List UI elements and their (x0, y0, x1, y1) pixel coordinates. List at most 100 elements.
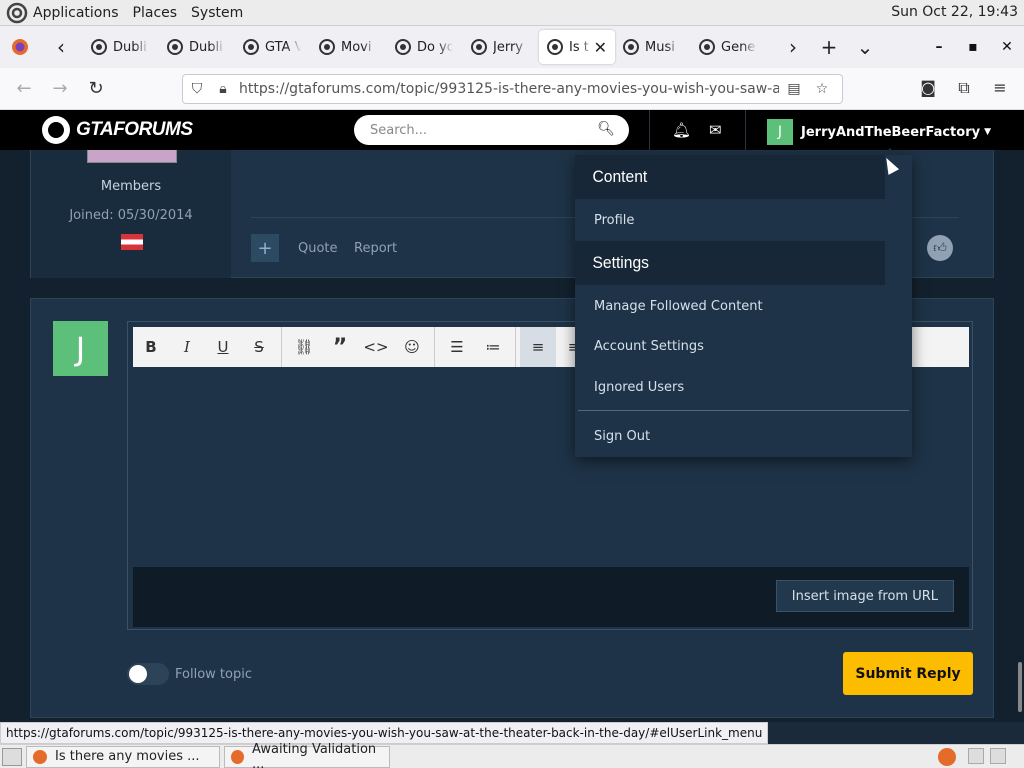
browser-tab[interactable]: Dubli (159, 30, 235, 64)
menu-item-sign-out[interactable]: Sign Out (594, 429, 650, 444)
taskbar-window-title: Awaiting Validation ... (252, 741, 377, 768)
gtaforums-favicon-icon (471, 39, 487, 55)
clock[interactable]: Sun Oct 22, 19:43 (891, 4, 1018, 20)
emoji-icon[interactable]: ☺ (394, 327, 430, 367)
notifications-bell-icon[interactable]: 🔔︎ (672, 121, 691, 139)
url-bar[interactable]: ⛉ 🔒︎ https://gtaforums.com/topic/993125-… (182, 74, 843, 104)
browser-tab-active[interactable]: Is t ✕ (539, 30, 615, 64)
browser-tab[interactable]: Jerry (463, 30, 539, 64)
link-icon[interactable]: ⛓︎ (286, 327, 322, 367)
strikethrough-icon[interactable]: S (241, 327, 277, 367)
bookmark-star-icon[interactable]: ☆ (808, 81, 836, 97)
minimize-icon[interactable]: – (922, 39, 956, 55)
tab-scroll-right-icon[interactable]: › (775, 35, 811, 59)
header-divider (649, 110, 650, 150)
gtaforums-favicon-icon (623, 39, 639, 55)
menu-item-profile[interactable]: Profile (594, 213, 634, 228)
tab-strip: Dubli Dubli GTA V Movi Do yo Jerry Is t ✕… (83, 30, 767, 64)
browser-tab[interactable]: Do yo (387, 30, 463, 64)
new-tab-plus-icon[interactable]: + (811, 35, 847, 59)
submit-reply-button[interactable]: Submit Reply (843, 652, 973, 695)
quote-link[interactable]: Quote (298, 241, 338, 256)
report-link[interactable]: Report (354, 241, 397, 256)
firefox-icon[interactable] (11, 38, 29, 56)
search-icon[interactable]: 🔍︎ (597, 121, 615, 137)
like-thumb-icon[interactable]: 👍︎ (927, 235, 953, 261)
system-top-panel: Applications Places System Sun Oct 22, 1… (0, 0, 1024, 26)
maximize-icon[interactable]: ▪ (956, 39, 990, 55)
close-window-icon[interactable]: ✕ (990, 39, 1024, 55)
user-menu-link[interactable]: J JerryAndTheBeerFactory ▼ (767, 119, 991, 145)
menu-item-ignored-users[interactable]: Ignored Users (594, 380, 684, 395)
workspace-2-icon[interactable] (990, 748, 1006, 764)
pocket-icon[interactable]: ◙ (910, 78, 946, 98)
tab-title: Movi (341, 39, 372, 55)
numbered-list-icon[interactable]: ≔ (475, 327, 511, 367)
site-search-box: 🔍︎ (354, 115, 629, 145)
system-taskbar: Is there any movies ... Awaiting Validat… (0, 742, 1024, 768)
gtaforums-favicon-icon (699, 39, 715, 55)
multiquote-plus-button[interactable]: + (251, 234, 279, 262)
browser-tab[interactable]: Gene (691, 30, 767, 64)
lock-icon[interactable]: 🔒︎ (211, 81, 235, 97)
tab-title: Dubli (189, 39, 223, 55)
tab-title: Gene (721, 39, 756, 55)
tab-title: Is t (569, 39, 589, 55)
show-desktop-icon[interactable] (2, 747, 22, 766)
bullet-list-icon[interactable]: ☰ (439, 327, 475, 367)
browser-tab[interactable]: GTA V (235, 30, 311, 64)
menu-divider (578, 410, 909, 411)
reply-avatar: J (53, 321, 108, 376)
applications-menu[interactable]: Applications (33, 5, 119, 21)
align-left-icon[interactable]: ≡ (520, 327, 556, 367)
browser-tab[interactable]: Dubli (83, 30, 159, 64)
site-header: GTAFORUMS 🔍︎ 🔔︎ ✉ J JerryAndTheBeerFacto… (0, 110, 1024, 150)
menu-item-account-settings[interactable]: Account Settings (594, 339, 704, 354)
site-logo[interactable]: GTAFORUMS (42, 116, 193, 144)
italic-icon[interactable]: I (169, 327, 205, 367)
author-avatar-image[interactable] (87, 150, 177, 163)
browser-tab[interactable]: Movi (311, 30, 387, 64)
toolbar-divider (515, 327, 516, 367)
underline-icon[interactable]: U (205, 327, 241, 367)
back-arrow-icon[interactable]: ← (6, 78, 42, 99)
tab-title: Do yo (417, 39, 453, 55)
places-menu[interactable]: Places (133, 5, 178, 21)
toolbar-divider (434, 327, 435, 367)
close-tab-icon[interactable]: ✕ (594, 38, 607, 57)
reload-icon[interactable]: ↻ (78, 78, 114, 99)
taskbar-window-item[interactable]: Is there any movies ... (26, 745, 220, 768)
gtaforums-favicon-icon (319, 39, 335, 55)
firefox-tray-icon[interactable] (938, 748, 956, 766)
url-text[interactable]: https://gtaforums.com/topic/993125-is-th… (239, 81, 779, 97)
page-scrollbar[interactable] (1018, 662, 1022, 712)
messages-envelope-icon[interactable]: ✉ (709, 121, 722, 139)
joined-date: Joined: 05/30/2014 (69, 208, 193, 223)
hamburger-menu-icon[interactable]: ≡ (982, 78, 1018, 98)
site-logo-text: GTAFORUMS (76, 119, 193, 140)
list-all-tabs-chevron-icon[interactable]: ⌄ (847, 35, 883, 59)
follow-topic-toggle[interactable] (127, 663, 169, 685)
reader-view-icon[interactable]: ▤ (780, 81, 808, 97)
quote-icon[interactable]: ” (322, 327, 358, 367)
system-menu[interactable]: System (191, 5, 243, 21)
forward-arrow-icon[interactable]: → (42, 78, 78, 99)
bold-icon[interactable]: B (133, 327, 169, 367)
workspace-1-icon[interactable] (968, 748, 984, 764)
browser-tab[interactable]: Musi (615, 30, 691, 64)
tracking-shield-icon[interactable]: ⛉ (185, 81, 209, 97)
extensions-icon[interactable]: ⧉ (946, 78, 982, 98)
browser-nav-bar: ← → ↻ ⛉ 🔒︎ https://gtaforums.com/topic/9… (0, 68, 1024, 110)
tab-title: Musi (645, 39, 675, 55)
insert-image-url-button[interactable]: Insert image from URL (775, 580, 954, 612)
url-bar-actions: ▤ ☆ (780, 81, 836, 97)
gtaforums-favicon-icon (243, 39, 259, 55)
site-search-input[interactable] (370, 122, 590, 138)
tab-scroll-left-icon[interactable]: ‹ (49, 33, 73, 61)
austria-flag-icon (121, 234, 143, 250)
gnome-logo-icon[interactable] (6, 2, 28, 24)
menu-item-manage-followed[interactable]: Manage Followed Content (594, 299, 763, 314)
code-icon[interactable]: <> (358, 327, 394, 367)
taskbar-window-item[interactable]: Awaiting Validation ... (224, 742, 390, 768)
gtaforums-favicon-icon (547, 39, 563, 55)
